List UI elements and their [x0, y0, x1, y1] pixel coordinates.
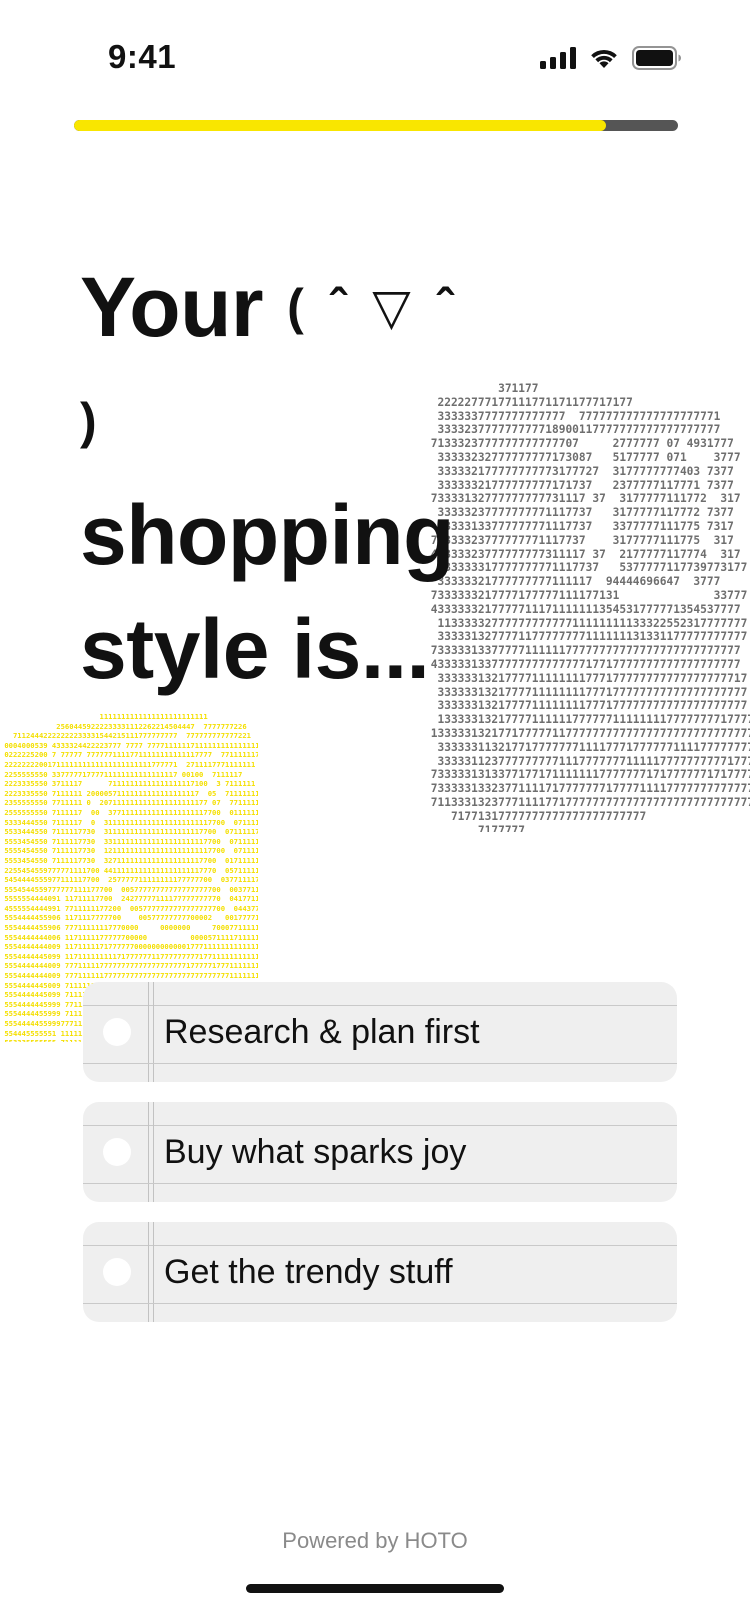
margin-line	[148, 982, 149, 1082]
title-line-2: shopping	[80, 488, 454, 582]
margin-line	[153, 982, 154, 1082]
option-label: Research & plan first	[164, 1013, 480, 1051]
powered-by-text: Powered by HOTO	[282, 1528, 468, 1553]
cellular-signal-icon	[540, 47, 576, 74]
margin-line	[148, 1102, 149, 1202]
home-indicator[interactable]	[246, 1584, 504, 1593]
status-icons	[540, 46, 682, 75]
margin-line	[148, 1222, 149, 1322]
option-trendy-stuff[interactable]: Get the trendy stuff	[83, 1222, 677, 1322]
answer-options: Research & plan first Buy what sparks jo…	[83, 982, 677, 1342]
quiz-screen: 9:41 371177 2222277717711177117117771717…	[0, 0, 750, 1624]
title-line-3: style is...	[80, 602, 430, 696]
battery-icon	[632, 46, 682, 75]
option-research-plan[interactable]: Research & plan first	[83, 982, 677, 1082]
radio-button[interactable]	[103, 1018, 131, 1046]
radio-button[interactable]	[103, 1258, 131, 1286]
option-label: Buy what sparks joy	[164, 1133, 467, 1171]
margin-line	[153, 1222, 154, 1322]
option-label: Get the trendy stuff	[164, 1253, 453, 1291]
option-sparks-joy[interactable]: Buy what sparks joy	[83, 1102, 677, 1202]
progress-fill	[74, 120, 606, 131]
radio-button[interactable]	[103, 1138, 131, 1166]
question-title: Your( ˆ ▽ ˆ ) shopping style is...	[80, 250, 500, 706]
status-time: 9:41	[108, 38, 177, 75]
title-line-1: Your	[80, 260, 264, 354]
margin-line	[153, 1102, 154, 1202]
progress-bar	[74, 120, 678, 131]
wifi-icon	[588, 46, 620, 75]
